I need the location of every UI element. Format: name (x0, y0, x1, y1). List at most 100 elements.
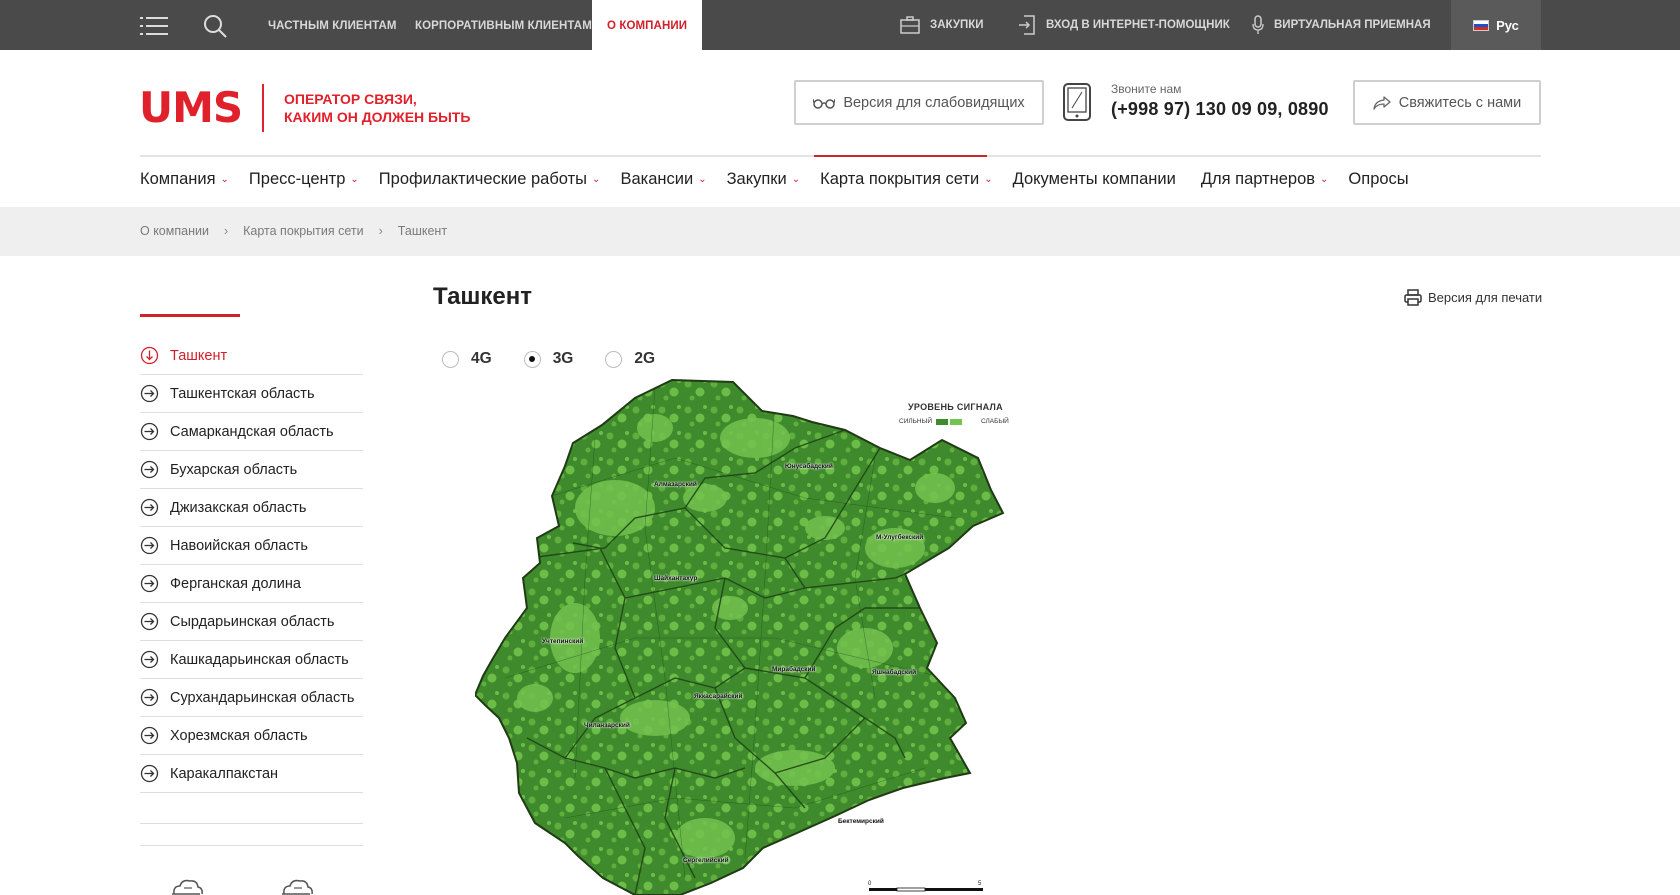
nav-item-label: Вакансии (620, 170, 694, 188)
nav-item-purchases[interactable]: Закупки ⌄ (727, 170, 801, 189)
reception-link[interactable]: ВИРТУАЛЬНАЯ ПРИЕМНАЯ (1252, 0, 1431, 50)
arrow-right-circle-icon (140, 460, 159, 479)
cloud-icon[interactable] (280, 876, 316, 895)
radio-4g[interactable]: 4G (442, 350, 492, 368)
nav-item-surveys[interactable]: Опросы (1348, 170, 1413, 189)
tagline: ОПЕРАТОР СВЯЗИ, КАКИМ ОН ДОЛЖЕН БЫТЬ (284, 90, 470, 126)
district-label: Юнусабадский (785, 463, 833, 470)
contact-button[interactable]: Свяжитесь с нами (1353, 80, 1541, 125)
sidebar-item-label: Сырдарьинская область (170, 613, 335, 630)
sidebar-item-region[interactable]: Каракалпакстан (140, 755, 363, 793)
sidebar-item-region[interactable]: Хорезмская область (140, 717, 363, 755)
sidebar-item-label: Хорезмская область (170, 727, 308, 744)
nav-item-company[interactable]: Компания ⌄ (140, 170, 229, 189)
sidebar-item-label: Навоийская область (170, 537, 308, 554)
ums-logo[interactable]: UMS (139, 86, 243, 130)
reception-label: ВИРТУАЛЬНАЯ ПРИЕМНАЯ (1274, 19, 1431, 31)
radio-3g[interactable]: 3G (523, 350, 574, 368)
radio-label: 2G (634, 350, 656, 367)
nav-item-maintenance[interactable]: Профилактические работы ⌄ (379, 170, 601, 189)
chevron-down-icon: ⌄ (984, 174, 993, 185)
district-label: Мирабадский (772, 666, 816, 673)
legend-strong-label: СИЛЬНЫЙ (899, 418, 933, 425)
sidebar-item-label: Джизакская область (170, 499, 307, 516)
printer-icon (1404, 289, 1422, 306)
top-bar: ЧАСТНЫМ КЛИЕНТАМ КОРПОРАТИВНЫМ КЛИЕНТАМ … (0, 0, 1680, 50)
legend-strong-swatch (936, 418, 949, 425)
arrow-down-circle-icon (140, 346, 159, 365)
contact-label: Свяжитесь с нами (1398, 94, 1522, 111)
sidebar-item-region[interactable]: Сурхандарьинская область (140, 679, 363, 717)
nav-item-label: Опросы (1348, 170, 1409, 188)
login-link[interactable]: ВХОД В ИНТЕРНЕТ-ПОМОЩНИК (1018, 0, 1230, 50)
sidebar-divider (140, 845, 363, 846)
breadcrumb-coverage[interactable]: Карта покрытия сети (243, 224, 364, 238)
nav-item-label: Профилактические работы (378, 170, 588, 188)
coverage-map[interactable] (474, 378, 1035, 895)
arrow-right-circle-icon (140, 384, 159, 403)
district-label: Яккасарайский (694, 693, 743, 700)
sidebar-item-region[interactable]: Ферганская долина (140, 565, 363, 603)
technology-selector: 4G 3G 2G (442, 350, 687, 368)
search-icon[interactable] (203, 14, 229, 40)
region-list: Ташкент Ташкентская область Самаркандская … (140, 337, 363, 793)
purchases-link[interactable]: ЗАКУПКИ (900, 0, 984, 50)
toplink-private[interactable]: ЧАСТНЫМ КЛИЕНТАМ (268, 0, 397, 50)
language-selector[interactable]: Рус (1451, 0, 1541, 50)
logo-divider (262, 84, 264, 132)
sidebar-item-region[interactable]: Бухарская область (140, 451, 363, 489)
nav-item-coverage-map[interactable]: Карта покрытия сети ⌄ (820, 170, 992, 189)
arrow-right-circle-icon (140, 498, 159, 517)
radio-button[interactable] (442, 350, 459, 368)
nav-item-partners[interactable]: Для партнеров ⌄ (1201, 170, 1329, 189)
sidebar-item-region[interactable]: Кашкадарьинская область (140, 641, 363, 679)
sidebar-item-region[interactable]: Навоийская область (140, 527, 363, 565)
radio-button[interactable] (523, 350, 541, 368)
radio-label: 3G (552, 350, 574, 367)
menu-icon[interactable] (140, 15, 168, 37)
chevron-down-icon: ⌄ (350, 174, 359, 185)
sidebar-accent (140, 314, 240, 317)
radio-button[interactable] (605, 350, 623, 368)
print-version-link[interactable]: Версия для печати (1404, 289, 1542, 306)
sidebar-item-label: Ташкент (170, 347, 228, 364)
briefcase-icon (900, 16, 920, 34)
share-icon (1373, 95, 1391, 110)
breadcrumb-about[interactable]: О компании (140, 224, 209, 238)
sidebar-item-region[interactable]: Ташкентская область (140, 375, 363, 413)
nav-item-label: Компания (140, 170, 216, 188)
legend-weak-label: СЛАБЫЙ (981, 418, 1009, 425)
district-label: Сергелийский (683, 857, 729, 864)
sidebar-item-region[interactable]: Сырдарьинская область (140, 603, 363, 641)
toplink-about[interactable]: О КОМПАНИИ (592, 0, 703, 50)
breadcrumb: О компании › Карта покрытия сети › Ташке… (140, 224, 447, 238)
login-icon (1019, 15, 1035, 35)
sidebar-item-region[interactable]: Самаркандская область (140, 413, 363, 451)
nav-item-vacancies[interactable]: Вакансии ⌄ (620, 170, 706, 189)
language-label: Рус (1496, 17, 1519, 33)
glasses-icon (813, 98, 836, 109)
login-label: ВХОД В ИНТЕРНЕТ-ПОМОЩНИК (1046, 19, 1230, 31)
cloud-icon[interactable] (170, 876, 206, 895)
sidebar-item-region[interactable]: Ташкент (140, 337, 363, 375)
purchases-label: ЗАКУПКИ (930, 19, 984, 31)
radio-label: 4G (471, 350, 492, 367)
toplink-corporate[interactable]: КОРПОРАТИВНЫМ КЛИЕНТАМ (415, 0, 592, 50)
chevron-down-icon: ⌄ (592, 174, 601, 185)
nav-item-label: Пресс-центр (248, 170, 346, 188)
print-version-label: Версия для печати (1428, 290, 1543, 305)
district-label: М-Улугбекский (876, 534, 924, 541)
phone-number[interactable]: (+998 97) 130 09 09, 0890 (1111, 99, 1329, 120)
low-vision-button[interactable]: Версия для слабовидящих (794, 80, 1044, 125)
nav-item-press[interactable]: Пресс-центр ⌄ (249, 170, 359, 189)
district-label: Яшнабадский (872, 669, 917, 676)
page-title: Ташкент (433, 283, 533, 310)
nav-item-label: Для партнеров (1200, 170, 1316, 188)
arrow-right-circle-icon (140, 688, 159, 707)
radio-2g[interactable]: 2G (605, 350, 655, 368)
legend-weak-swatch (950, 418, 963, 425)
nav-item-documents[interactable]: Документы компании (1013, 170, 1181, 189)
chevron-down-icon: ⌄ (220, 174, 229, 185)
sidebar-item-label: Самаркандская область (170, 423, 334, 440)
sidebar-item-region[interactable]: Джизакская область (140, 489, 363, 527)
